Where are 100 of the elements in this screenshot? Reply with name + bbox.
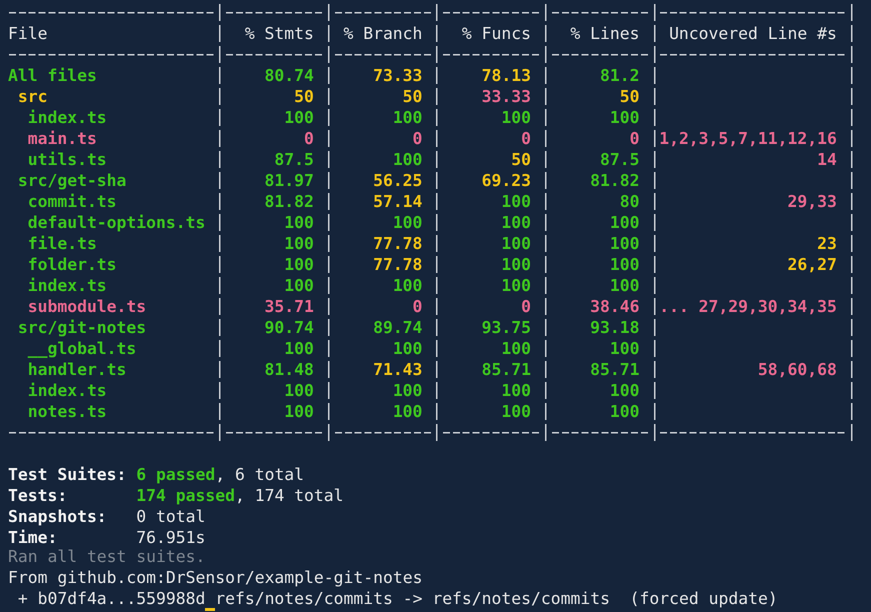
passed-count: 174 passed [136,486,235,505]
coverage-value: 100 [392,108,422,127]
coverage-value: 100 [610,339,640,358]
coverage-value: 81.82 [590,171,640,190]
uncovered-lines: 1,2,3,5,7,11,12,16 [659,129,837,148]
uncovered-lines: 58,60,68 [758,360,837,379]
file-name: src/get-sha [18,171,126,190]
file-name: folder.ts [28,255,117,274]
passed-count: 6 passed [136,465,216,484]
summary-value: 0 total [136,507,206,526]
summary-label: Snapshots: [8,506,108,527]
coverage-value: 81.2 [600,66,640,85]
coverage-value: 100 [392,381,422,400]
coverage-value: 80.74 [264,66,314,85]
file-name: src [18,87,48,106]
coverage-value: 73.33 [373,66,422,85]
coverage-value: 100 [501,276,531,295]
coverage-value: 100 [284,255,314,274]
column-header: File [8,24,48,43]
output-line: + b07df4a...559988d refs/notes/commits -> refs/notes/commits (forced update) [16,590,778,608]
file-name: default-options.ts [28,213,206,232]
coverage-value: 0 [304,129,314,148]
file-name: handler.ts [28,360,126,379]
coverage-value: 100 [501,402,531,421]
coverage-value: 50 [402,87,422,106]
coverage-value: 90.74 [264,318,314,337]
coverage-value: 85.71 [590,360,640,379]
coverage-value: 100 [501,213,531,232]
file-name: __global.ts [28,339,136,358]
coverage-value: 100 [284,234,314,253]
column-header: Uncovered Line #s [669,24,837,43]
coverage-value: 80 [620,192,640,211]
coverage-value: 56.25 [373,171,422,190]
coverage-value: 100 [284,402,314,421]
coverage-value: 0 [630,129,640,148]
file-name: submodule.ts [28,297,146,316]
coverage-value: 100 [501,234,531,253]
summary-value: , 6 total [215,465,304,484]
coverage-value: 0 [521,297,531,316]
output-line: From github.com:DrSensor/example-git-notes [8,569,422,587]
coverage-value: 100 [392,339,422,358]
summary-label: Test Suites: [8,464,128,485]
coverage-value: 100 [284,108,314,127]
coverage-value: 50 [620,87,640,106]
coverage-value: 71.43 [373,360,422,379]
file-name: index.ts [28,381,107,400]
coverage-value: 69.23 [482,171,531,190]
coverage-value: 100 [501,381,531,400]
file-name: main.ts [28,129,97,148]
coverage-value: 100 [610,255,640,274]
coverage-value: 100 [284,213,314,232]
coverage-value: 57.14 [373,192,422,211]
coverage-value: 33.33 [482,87,531,106]
coverage-value: 87.5 [274,150,314,169]
column-header: % Funcs [462,24,531,43]
coverage-value: 100 [610,402,640,421]
coverage-value: 77.78 [373,234,422,253]
coverage-value: 100 [392,276,422,295]
summary-value: 76.951s [136,528,206,547]
coverage-value: 100 [392,402,422,421]
coverage-value: 50 [511,150,531,169]
file-name: notes.ts [28,402,107,421]
summary-label: Tests: [8,485,68,506]
coverage-value: 0 [412,297,422,316]
coverage-value: 100 [501,192,531,211]
coverage-value: 87.5 [600,150,640,169]
coverage-value: 81.82 [264,192,314,211]
coverage-value: 85.71 [482,360,531,379]
coverage-value: 81.97 [264,171,314,190]
coverage-value: 93.18 [590,318,640,337]
coverage-value: 81.48 [264,360,314,379]
file-name: utils.ts [28,150,107,169]
uncovered-lines: ... 27,29,30,34,35 [659,297,837,316]
coverage-value: 100 [501,255,531,274]
coverage-value: 38.46 [590,297,640,316]
summary-label: Time: [8,527,58,548]
file-name: index.ts [28,276,107,295]
coverage-value: 100 [284,381,314,400]
file-name: All files [8,66,97,85]
coverage-value: 89.74 [373,318,422,337]
coverage-value: 100 [610,213,640,232]
file-name: src/git-notes [18,318,146,337]
coverage-value: 50 [294,87,314,106]
coverage-value: 100 [501,339,531,358]
coverage-value: 78.13 [482,66,531,85]
coverage-value: 100 [610,381,640,400]
summary-value: , 174 total [234,486,344,505]
file-name: commit.ts [28,192,117,211]
coverage-value: 93.75 [482,318,531,337]
cursor-icon [205,608,216,611]
coverage-value: 0 [412,129,422,148]
file-name: index.ts [28,108,107,127]
coverage-value: 100 [501,108,531,127]
coverage-value: 100 [610,108,640,127]
coverage-value: 100 [392,150,422,169]
output-line: Ran all test suites. [8,548,206,566]
uncovered-lines: 23 [817,234,837,253]
column-header: % Lines [570,24,640,43]
file-name: file.ts [28,234,97,253]
coverage-value: 0 [521,129,531,148]
